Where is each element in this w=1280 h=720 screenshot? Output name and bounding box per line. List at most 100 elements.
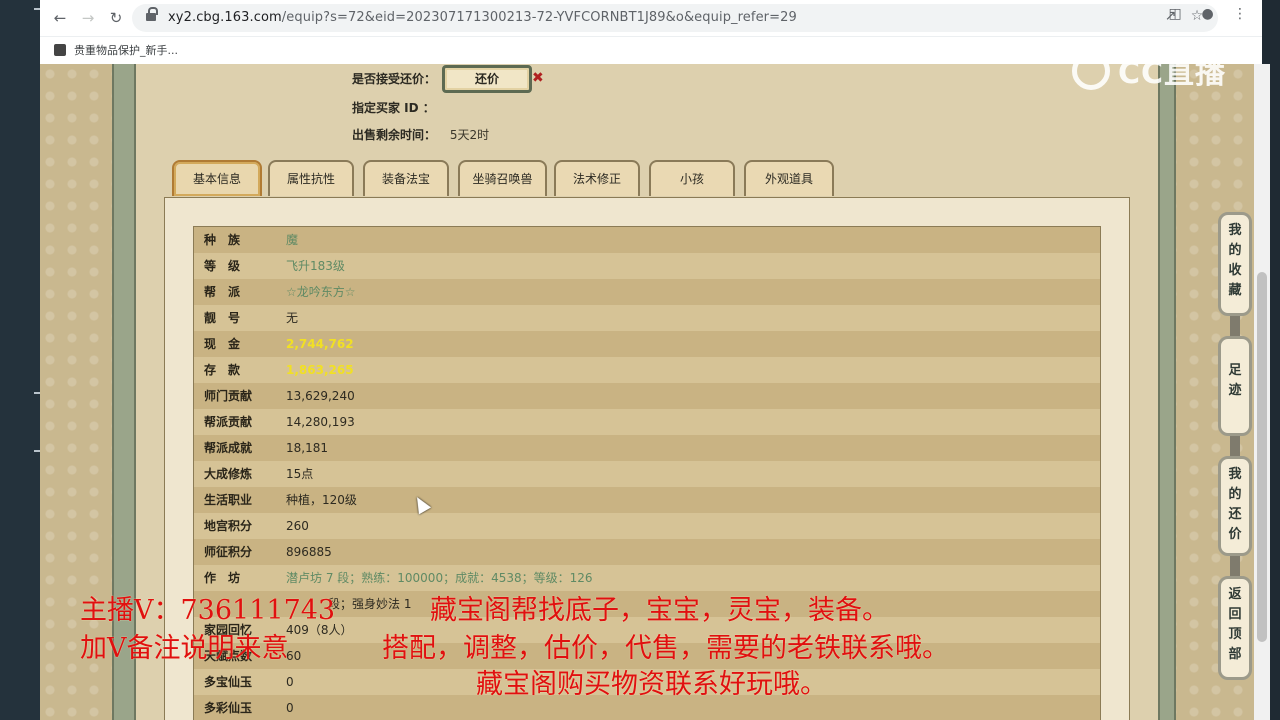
- tab-mounts-pets[interactable]: 坐骑召唤兽: [458, 160, 547, 196]
- row-key: 多彩仙玉: [204, 701, 253, 715]
- table-row: 帮 派 ☆龙吟东方☆: [194, 279, 1100, 305]
- row-value: 0: [286, 701, 294, 715]
- overlay-note: 加V备注说明来意: [80, 633, 289, 664]
- row-key: 靓 号: [204, 311, 241, 325]
- row-value: 魔: [286, 233, 299, 247]
- table-row: 现 金 2,744,762: [194, 331, 1100, 357]
- side-button-label: 返回顶部: [1221, 585, 1249, 665]
- row-key: 现 金: [204, 337, 241, 351]
- desktop-right-strip: [1270, 0, 1280, 720]
- row-value: 260: [286, 519, 309, 533]
- side-button-char: 迹: [1228, 383, 1242, 398]
- side-button-char: 返: [1228, 587, 1242, 602]
- side-button-char: 足: [1228, 363, 1242, 378]
- tab-equipment[interactable]: 装备法宝: [363, 160, 449, 196]
- row-key: 存 款: [204, 363, 241, 377]
- row-value: 0: [286, 675, 294, 689]
- table-row: 帮派贡献 14,280,193: [194, 409, 1100, 435]
- tab-child[interactable]: 小孩: [649, 160, 735, 196]
- footprints-button[interactable]: 足迹: [1218, 336, 1252, 436]
- row-value: 1,863,265: [286, 363, 354, 377]
- forward-arrow-icon[interactable]: →: [76, 6, 100, 30]
- url-host: xy2.cbg.163.com: [168, 10, 282, 25]
- counter-offer-button[interactable]: 还价: [442, 65, 532, 93]
- back-to-top-button[interactable]: 返回顶部: [1218, 576, 1252, 680]
- row-value: 13,629,240: [286, 389, 355, 403]
- accept-counter-label: 是否接受还价：: [352, 72, 437, 86]
- page-scrollbar[interactable]: [1254, 64, 1270, 720]
- row-key: 大成修炼: [204, 467, 253, 481]
- table-row: 存 款 1,863,265: [194, 357, 1100, 383]
- table-row: 种 族魔: [194, 227, 1100, 253]
- bookmark-label: 贵重物品保护_新手...: [74, 44, 178, 57]
- table-row: 等 级 飞升183级: [194, 253, 1100, 279]
- side-button-char: 我: [1228, 223, 1242, 238]
- row-value: 飞升183级: [286, 259, 345, 273]
- address-bar[interactable]: xy2.cbg.163.com/equip?s=72&eid=202307171…: [132, 4, 1218, 32]
- bookmark-item[interactable]: 贵重物品保护_新手...: [54, 42, 178, 58]
- side-button-char: 部: [1228, 647, 1242, 662]
- side-button-char: 收: [1228, 263, 1242, 278]
- sidebar-icon[interactable]: ◫: [1161, 6, 1189, 22]
- side-connector: [1230, 556, 1240, 576]
- side-connector: [1230, 316, 1240, 336]
- remaining-time-row: 出售剩余时间： 5天2时: [352, 126, 489, 143]
- scrollbar-thumb[interactable]: [1257, 272, 1267, 642]
- row-value: 种植，120级: [286, 493, 357, 507]
- browser-actions: ◫ ● ⋮: [1161, 6, 1254, 22]
- my-counter-offers-button[interactable]: 我的还价: [1218, 456, 1252, 556]
- reload-icon[interactable]: ↻: [104, 6, 128, 30]
- side-button-label: 我的还价: [1221, 465, 1249, 545]
- row-key: 地宫积分: [204, 519, 253, 533]
- side-button-char: 藏: [1228, 283, 1242, 298]
- designated-buyer-row: 指定买家 ID ：: [352, 99, 435, 116]
- row-value: 15点: [286, 467, 314, 481]
- table-row: 大成修炼 15点: [194, 461, 1100, 487]
- my-favorites-button[interactable]: 我的收藏: [1218, 212, 1252, 316]
- profile-icon[interactable]: ●: [1194, 6, 1222, 22]
- remaining-time-label: 出售剩余时间：: [352, 128, 437, 142]
- table-row: 师征积分 896885: [194, 539, 1100, 565]
- lock-icon: [146, 7, 158, 22]
- table-row: 靓 号无: [194, 305, 1100, 331]
- overlay-service-line3: 藏宝阁购买物资联系好玩哦。: [476, 669, 827, 700]
- overlay-service-line1: 藏宝阁帮找底子，宝宝，灵宝，装备。: [430, 595, 889, 626]
- accept-counter-row: 是否接受还价：: [352, 70, 436, 87]
- tab-appearance[interactable]: 外观道具: [744, 160, 834, 196]
- side-button-char: 的: [1228, 243, 1242, 258]
- side-button-char: 顶: [1228, 627, 1242, 642]
- row-key: 帮派贡献: [204, 415, 253, 429]
- overlay-streamer-contact: 主播V：736111743: [80, 595, 336, 626]
- tab-spell-correction[interactable]: 法术修正: [554, 160, 640, 196]
- side-button-char: 还: [1228, 507, 1242, 522]
- side-button-char: 价: [1228, 527, 1242, 542]
- row-value: 2,744,762: [286, 337, 354, 351]
- side-connector: [1230, 436, 1240, 456]
- side-button-char: 回: [1228, 607, 1242, 622]
- tab-basic-info[interactable]: 基本信息: [172, 160, 262, 196]
- side-button-label: 足迹: [1221, 361, 1249, 401]
- row-value: 896885: [286, 545, 332, 559]
- url-text[interactable]: xy2.cbg.163.com/equip?s=72&eid=202307171…: [168, 10, 797, 25]
- table-row: 作 坊 潜卢坊 7 段；熟练：100000；成就：4538；等级：126: [194, 565, 1100, 591]
- bookmark-favicon-icon: [54, 44, 66, 56]
- row-key: 生活职业: [204, 493, 253, 507]
- row-value: 无: [286, 311, 299, 325]
- table-row: 师门贡献 13,629,240: [194, 383, 1100, 409]
- back-arrow-icon[interactable]: ←: [48, 6, 72, 30]
- row-value: 18,181: [286, 441, 328, 455]
- tab-attributes[interactable]: 属性抗性: [268, 160, 354, 196]
- side-button-char: 我: [1228, 467, 1242, 482]
- row-key: 作 坊: [204, 571, 241, 585]
- watermark-text: CC直播: [1118, 56, 1227, 91]
- row-key: 师征积分: [204, 545, 253, 559]
- row-value: 潜卢坊 7 段；熟练：100000；成就：4538；等级：126: [286, 571, 593, 585]
- close-icon[interactable]: ✖: [532, 70, 544, 86]
- row-key: 种 族: [204, 233, 241, 247]
- side-button-label: 我的收藏: [1221, 221, 1249, 301]
- row-key: 帮派成就: [204, 441, 253, 455]
- table-row: 生活职业 种植，120级: [194, 487, 1100, 513]
- remaining-time-value: 5天2时: [449, 128, 490, 142]
- menu-dots-icon[interactable]: ⋮: [1226, 6, 1254, 22]
- decorative-border-right: [1158, 64, 1176, 720]
